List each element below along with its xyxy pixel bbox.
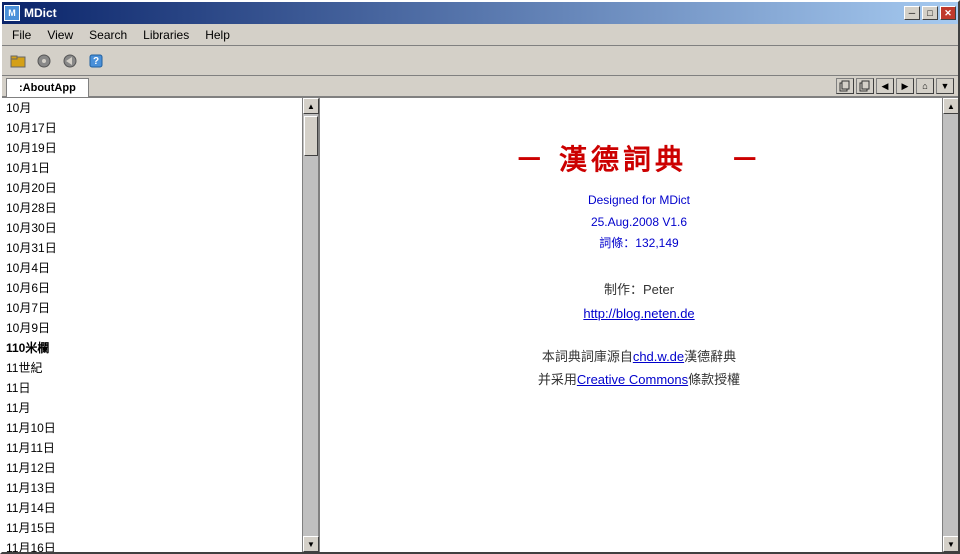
word-list-item[interactable]: 11月10日 (2, 418, 318, 438)
title-buttons: ─ □ ✕ (904, 6, 956, 20)
word-list-item[interactable]: 10月7日 (2, 298, 318, 318)
subtitle-line3: 詞條：132,149 (599, 236, 678, 250)
source-pre: 本詞典詞庫源自 (542, 349, 633, 364)
word-list-item[interactable]: 11月11日 (2, 438, 318, 458)
back-button[interactable] (58, 50, 82, 72)
author-label: 制作： (604, 282, 643, 297)
copy-button-1[interactable] (836, 78, 854, 94)
nav-home-button[interactable]: ⌂ (916, 78, 934, 94)
open-icon (10, 53, 26, 69)
minimize-button[interactable]: ─ (904, 6, 920, 20)
scroll-thumb[interactable] (304, 116, 318, 156)
library-icon (36, 53, 52, 69)
word-list-scrollbar[interactable]: ▲ ▼ (302, 98, 318, 552)
word-list-item[interactable]: 11月 (2, 398, 318, 418)
word-list-item[interactable]: 11月15日 (2, 518, 318, 538)
open-button[interactable] (6, 50, 30, 72)
source-link[interactable]: chd.w.de (633, 349, 684, 364)
back-icon (62, 53, 78, 69)
menu-file[interactable]: File (4, 26, 39, 44)
nav-more-button[interactable]: ▼ (936, 78, 954, 94)
word-list-panel: 10月10月17日10月19日10月1日10月20日10月28日10月30日10… (2, 98, 320, 552)
title-bar: M MDict ─ □ ✕ (2, 2, 958, 24)
word-list-item[interactable]: 11日 (2, 378, 318, 398)
menu-search[interactable]: Search (81, 26, 135, 44)
source-link2[interactable]: Creative Commons (577, 372, 688, 387)
dict-subtitle: Designed for MDict 25.Aug.2008 V1.6 詞條：1… (588, 190, 690, 255)
main-content: 10月10月17日10月19日10月1日10月20日10月28日10月30日10… (2, 98, 958, 552)
maximize-button[interactable]: □ (922, 6, 938, 20)
dict-scroll-up[interactable]: ▲ (943, 98, 958, 114)
menu-view[interactable]: View (39, 26, 81, 44)
word-list-item[interactable]: 11月16日 (2, 538, 318, 552)
copy-button-2[interactable] (856, 78, 874, 94)
word-list-item[interactable]: 10月17日 (2, 118, 318, 138)
copy2-icon (859, 80, 871, 92)
help-button[interactable]: ? (84, 50, 108, 72)
toolbar: ? (2, 46, 958, 76)
source-post: 漢德辭典 (684, 349, 736, 364)
word-list-item[interactable]: 10月9日 (2, 318, 318, 338)
word-list-item[interactable]: 110米欄 (2, 338, 318, 358)
word-list-item[interactable]: 10月6日 (2, 278, 318, 298)
author-name: Peter (643, 282, 674, 297)
dict-source: 本詞典詞庫源自chd.w.de漢德辭典 并采用Creative Commons條… (538, 345, 740, 392)
word-list-item[interactable]: 11月14日 (2, 498, 318, 518)
help-icon: ? (88, 53, 104, 69)
dict-content: － 漢德詞典 － Designed for MDict 25.Aug.2008 … (320, 98, 958, 552)
nav-back-button[interactable]: ◀ (876, 78, 894, 94)
nav-forward-button[interactable]: ▶ (896, 78, 914, 94)
app-icon: M (4, 5, 20, 21)
word-list-item[interactable]: 10月31日 (2, 238, 318, 258)
word-list-item[interactable]: 11月13日 (2, 478, 318, 498)
source-line2-pre: 并采用 (538, 372, 577, 387)
subtitle-line1: Designed for MDict (588, 193, 690, 207)
dict-url[interactable]: http://blog.neten.de (583, 306, 694, 321)
svg-text:?: ? (93, 56, 99, 67)
subtitle-line2: 25.Aug.2008 V1.6 (591, 215, 687, 229)
title-bar-left: M MDict (4, 5, 57, 21)
dict-title: － 漢德詞典 － (515, 138, 763, 178)
menu-libraries[interactable]: Libraries (135, 26, 197, 44)
tab-aboutapp[interactable]: :AboutApp (6, 78, 89, 97)
tab-actions: ◀ ▶ ⌂ ▼ (836, 78, 954, 96)
scroll-track[interactable] (303, 114, 318, 536)
window-title: MDict (24, 6, 57, 20)
word-list-item[interactable]: 11世紀 (2, 358, 318, 378)
word-list-item[interactable]: 10月19日 (2, 138, 318, 158)
menu-bar: File View Search Libraries Help (2, 24, 958, 46)
scroll-up-button[interactable]: ▲ (303, 98, 319, 114)
dict-scrollbar[interactable]: ▲ ▼ (942, 98, 958, 552)
dict-scroll-down[interactable]: ▼ (943, 536, 958, 552)
menu-help[interactable]: Help (197, 26, 238, 44)
word-list: 10月10月17日10月19日10月1日10月20日10月28日10月30日10… (2, 98, 318, 552)
word-list-item[interactable]: 10月1日 (2, 158, 318, 178)
dict-scroll-track[interactable] (943, 114, 958, 536)
scroll-down-button[interactable]: ▼ (303, 536, 319, 552)
word-list-item[interactable]: 10月20日 (2, 178, 318, 198)
close-button[interactable]: ✕ (940, 6, 956, 20)
word-list-item[interactable]: 10月4日 (2, 258, 318, 278)
word-list-item[interactable]: 10月30日 (2, 218, 318, 238)
main-window: M MDict ─ □ ✕ File View Search Libraries… (0, 0, 960, 554)
word-list-item[interactable]: 10月28日 (2, 198, 318, 218)
library-button[interactable] (32, 50, 56, 72)
dict-panel: － 漢德詞典 － Designed for MDict 25.Aug.2008 … (320, 98, 958, 552)
word-list-item[interactable]: 11月12日 (2, 458, 318, 478)
copy1-icon (839, 80, 851, 92)
source-line2-post: 條款授權 (688, 372, 740, 387)
tab-bar: :AboutApp ◀ ▶ ⌂ ▼ (2, 76, 958, 98)
word-list-item[interactable]: 10月 (2, 98, 318, 118)
dict-author: 制作：Peter (604, 279, 674, 298)
